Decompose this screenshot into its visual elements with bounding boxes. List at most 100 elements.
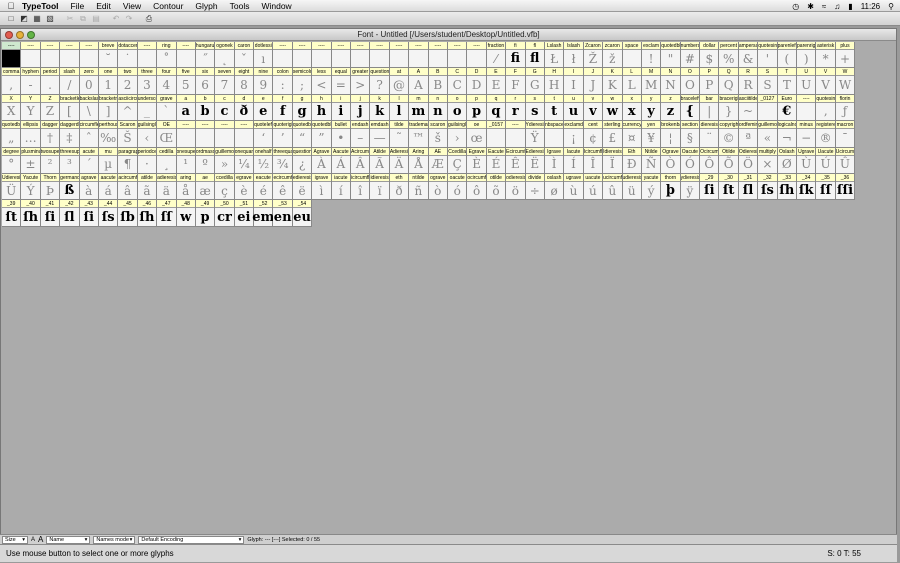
glyph-cell[interactable]: BB: [428, 68, 448, 95]
spotlight-search-icon[interactable]: ⚲: [888, 2, 894, 11]
glyph-cell[interactable]: AcircumflexÂ: [351, 147, 371, 174]
glyph-cell[interactable]: Euro €: [777, 94, 798, 122]
glyph-cell[interactable]: oacute ó: [447, 173, 468, 201]
glyph-cell[interactable]: caron ˇ: [234, 42, 255, 69]
glyph-cell[interactable]: question?: [370, 68, 390, 95]
glyph-cell[interactable]: _29 ſi: [700, 173, 720, 201]
glyph-cell[interactable]: macron ¯: [835, 121, 856, 148]
apple-menu-icon[interactable]: : [0, 1, 22, 11]
glyph-cell[interactable]: divide ÷: [525, 173, 545, 201]
glyph-cell[interactable]: Aacute Á: [331, 147, 352, 174]
glyph-cell[interactable]: ellipsis…: [21, 121, 41, 148]
caption-mode-select[interactable]: Name ▾: [46, 535, 91, 544]
glyph-cell[interactable]: TT: [777, 68, 798, 95]
glyph-cell[interactable]: _47 ſſ: [157, 200, 177, 227]
glyph-cell[interactable]: ----: [331, 42, 352, 69]
window-titlebar[interactable]: Font - Untitled [/Users/student/Desktop/…: [1, 29, 896, 41]
glyph-cell[interactable]: IcircumflexÎ: [583, 147, 604, 174]
glyph-cell[interactable]: ucircumflexû: [603, 173, 623, 201]
glyph-cell[interactable]: dagger †: [40, 121, 61, 148]
glyph-cell[interactable]: brokenbar¦: [661, 121, 681, 148]
glyph-cell[interactable]: eth ð: [389, 173, 410, 201]
glyph-cell[interactable]: dð: [234, 94, 255, 122]
glyph-cell[interactable]: endash –: [351, 121, 371, 148]
glyph-cell[interactable]: braceright}: [719, 94, 739, 122]
glyph-cell[interactable]: JJ: [583, 68, 604, 95]
glyph-cell[interactable]: ring ˚: [157, 42, 177, 69]
glyph-cell[interactable]: zz: [661, 94, 681, 122]
font-size-small-icon[interactable]: A: [31, 537, 35, 543]
glyph-cell[interactable]: SS: [758, 68, 778, 95]
glyph-cell[interactable]: aa: [176, 94, 196, 122]
glyph-cell[interactable]: fl ﬂ: [525, 42, 545, 69]
glyph-cell[interactable]: florin ƒ: [835, 94, 856, 122]
glyph-cell[interactable]: ee: [254, 94, 274, 122]
glyph-cell[interactable]: Idieresis Ï: [603, 147, 623, 174]
glyph-cell[interactable]: _40 ſh: [21, 200, 41, 227]
glyph-cell[interactable]: ----: [370, 42, 390, 69]
glyph-cell[interactable]: AA: [409, 68, 429, 95]
bluetooth-icon[interactable]: ✱: [807, 2, 814, 11]
glyph-cell[interactable]: otilde õ: [486, 173, 507, 201]
glyph-cell[interactable]: tt: [544, 94, 565, 122]
glyph-cell[interactable]: kk: [370, 94, 390, 122]
glyph-cell[interactable]: quoteleft ‘: [254, 121, 274, 148]
menubar-clock[interactable]: 11:26: [861, 2, 880, 11]
glyph-cell[interactable]: II: [564, 68, 584, 95]
glyph-cell[interactable]: grave `: [157, 94, 177, 122]
glyph-cell[interactable]: _0157: [486, 121, 507, 148]
menu-view[interactable]: View: [123, 1, 141, 11]
glyph-cell[interactable]: eacute é: [254, 173, 274, 201]
glyph-cell[interactable]: multiply ×: [758, 147, 778, 174]
open-folder-icon[interactable]: ◩: [19, 14, 29, 24]
glyph-cell[interactable]: QQ: [719, 68, 739, 95]
glyph-cell[interactable]: ----: [176, 42, 196, 69]
glyph-cell[interactable]: one 1: [98, 68, 119, 95]
glyph-cell[interactable]: ecircumflexê: [273, 173, 293, 201]
glyph-cell[interactable]: threequarters¾: [273, 147, 293, 174]
glyph-cell[interactable]: Ograve Ò: [661, 147, 681, 174]
glyph-cell[interactable]: Thorn Þ: [40, 173, 61, 201]
glyph-cell[interactable]: ----: [79, 42, 99, 69]
glyph-cell[interactable]: Zcaron Ž: [583, 42, 604, 69]
copy-icon[interactable]: ⧉: [78, 14, 88, 24]
glyph-cell[interactable]: comma,: [2, 68, 22, 95]
glyph-cell[interactable]: idieresis ï: [370, 173, 390, 201]
glyph-cell[interactable]: braceleft{: [680, 94, 701, 122]
glyph-cell[interactable]: XX: [2, 94, 22, 122]
menu-tools[interactable]: Tools: [230, 1, 250, 11]
glyph-cell[interactable]: less <: [312, 68, 332, 95]
glyph-cell[interactable]: uacute ú: [583, 173, 604, 201]
glyph-cell[interactable]: quotedblright”: [312, 121, 332, 148]
glyph-cell[interactable]: aacute á: [98, 173, 119, 201]
glyph-cell[interactable]: fi ﬁ: [506, 42, 526, 69]
glyph-cell[interactable]: _50 cr: [215, 200, 235, 227]
glyph-cell[interactable]: yen ¥: [641, 121, 662, 148]
glyph-cell[interactable]: cc: [215, 94, 235, 122]
glyph-cell[interactable]: trademark™: [409, 121, 429, 148]
glyph-cell[interactable]: DD: [467, 68, 487, 95]
glyph-cell[interactable]: zero 0: [79, 68, 99, 95]
glyph-cell[interactable]: dotaccent˙: [118, 42, 138, 69]
glyph-cell[interactable]: tilde ˜: [389, 121, 410, 148]
glyph-cell[interactable]: nine 9: [254, 68, 274, 95]
glyph-cell[interactable]: zcaron ž: [603, 42, 623, 69]
glyph-cell[interactable]: igrave ì: [312, 173, 332, 201]
glyph-cell[interactable]: bracketleft[: [60, 94, 80, 122]
print-icon[interactable]: ⎙: [144, 14, 154, 24]
glyph-cell[interactable]: guillemotright»: [215, 147, 235, 174]
glyph-cell[interactable]: MM: [641, 68, 662, 95]
glyph-cell[interactable]: ww: [603, 94, 623, 122]
glyph-cell[interactable]: period.: [40, 68, 61, 95]
glyph-cell[interactable]: _46 ſh: [137, 200, 158, 227]
glyph-cell[interactable]: breve ˘: [98, 42, 119, 69]
glyph-cell[interactable]: adieresis ä: [157, 173, 177, 201]
glyph-cell[interactable]: ----: [21, 42, 41, 69]
glyph-cell[interactable]: _43 ſi: [79, 200, 99, 227]
glyph-cell[interactable]: parenleft(: [777, 42, 798, 69]
paste-icon[interactable]: ▤: [91, 14, 101, 24]
glyph-cell[interactable]: _52 em: [252, 200, 274, 227]
glyph-cell[interactable]: scaron š: [428, 121, 448, 148]
glyph-cell[interactable]: _33 ſh: [777, 173, 798, 201]
glyph-cell[interactable]: ogonek ˛: [215, 42, 235, 69]
